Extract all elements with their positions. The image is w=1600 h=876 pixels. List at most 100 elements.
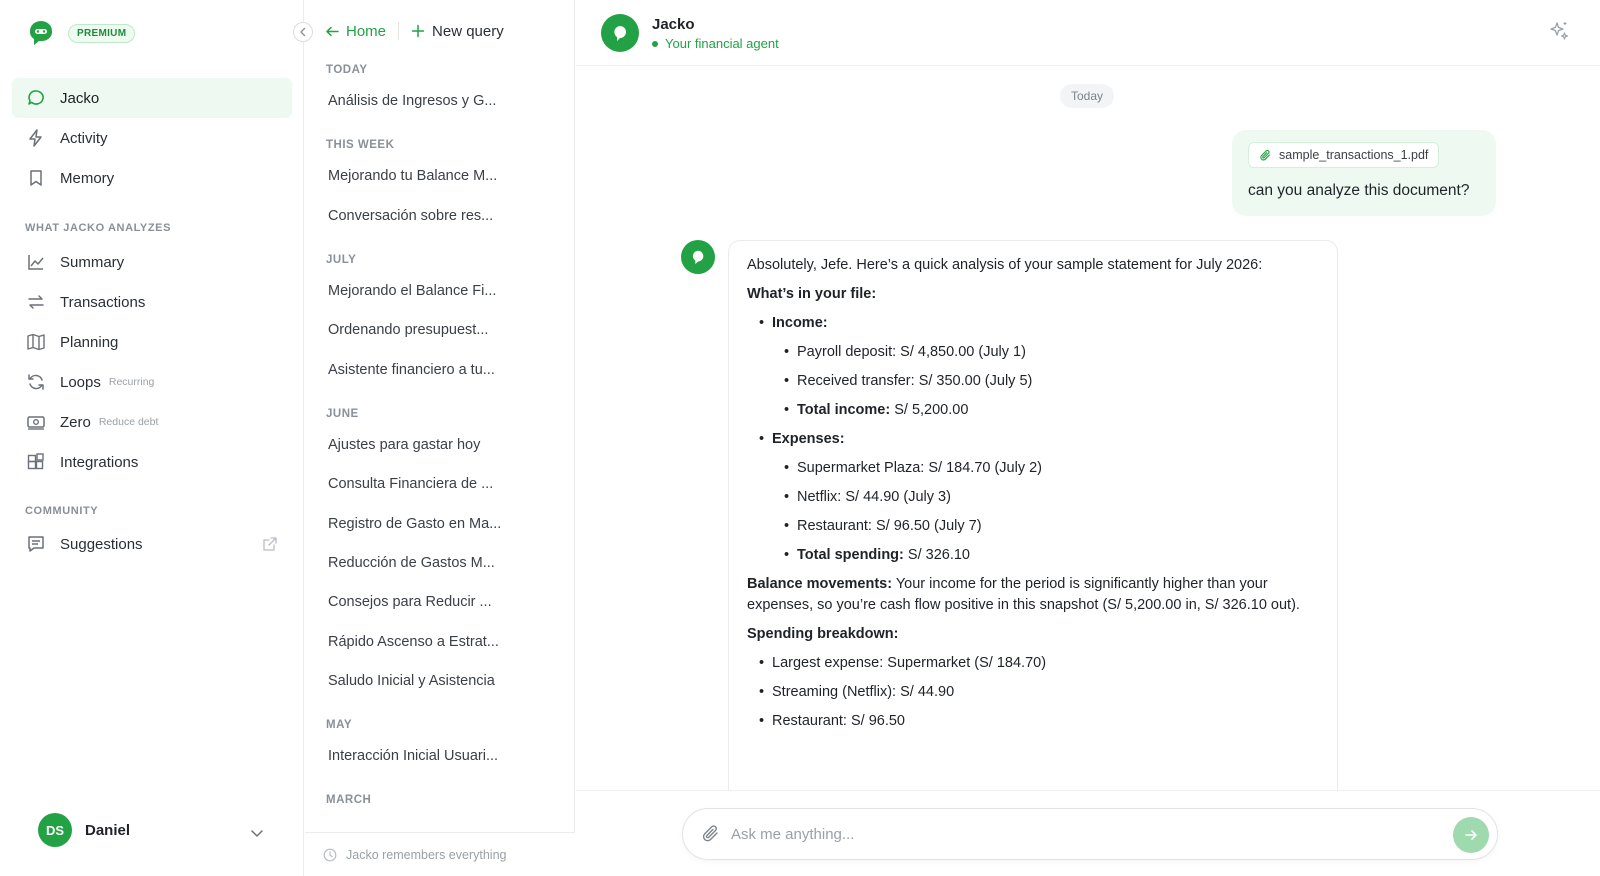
list-item: Payroll deposit: S/ 4,850.00 (July 1)	[772, 342, 1319, 363]
grid-plus-icon	[27, 453, 44, 470]
chevron-down-icon[interactable]	[250, 826, 264, 840]
user-message-text: can you analyze this document?	[1248, 182, 1470, 199]
reply-intro: Absolutely, Jefe. Here’s a quick analysi…	[747, 257, 1263, 273]
paperclip-icon[interactable]	[701, 824, 721, 844]
brand-row: PREMIUM	[26, 18, 136, 48]
nav-item-activity[interactable]: Activity	[12, 118, 292, 158]
external-link-icon[interactable]	[262, 536, 278, 552]
collapse-sidebar-button[interactable]	[293, 22, 313, 42]
bookmark-icon	[30, 170, 42, 186]
nav-item-integrations[interactable]: Integrations	[12, 442, 292, 482]
message-square-icon	[28, 536, 44, 552]
paperclip-icon	[1260, 149, 1271, 160]
nav-label: Jacko	[60, 89, 100, 107]
list-item: Restaurant: S/ 96.50	[747, 711, 1319, 732]
chat-bubble-icon	[614, 26, 626, 41]
history-item[interactable]: Asistente financiero a tu...	[328, 362, 528, 378]
total-income-value: S/ 5,200.00	[890, 402, 969, 419]
main-nav: Jacko Activity Memory	[12, 78, 292, 198]
history-group-label: JUNE	[326, 408, 359, 420]
chat-panel: Jacko Your financial agent Today sample_…	[576, 0, 1600, 876]
divider	[398, 22, 400, 40]
agent-status: Your financial agent	[652, 36, 779, 51]
history-item[interactable]: Reducción de Gastos M...	[328, 555, 528, 571]
nav-label: Zero	[60, 413, 91, 431]
nav-item-planning[interactable]: Planning	[12, 322, 292, 362]
user-message: sample_transactions_1.pdf can you analyz…	[1232, 130, 1496, 216]
new-query-label: New query	[432, 22, 504, 40]
list-item: Total income: S/ 5,200.00	[772, 400, 1319, 421]
new-query-button[interactable]: New query	[411, 23, 504, 40]
send-button[interactable]	[1453, 817, 1489, 853]
assistant-message: Absolutely, Jefe. Here’s a quick analysi…	[728, 240, 1338, 792]
nav-label: Activity	[60, 129, 108, 147]
balance-paragraph: Balance movements: Your income for the p…	[747, 574, 1319, 616]
list-item: Received transfer: S/ 350.00 (July 5)	[772, 371, 1319, 392]
nav-sublabel: Recurring	[108, 376, 155, 388]
expenses-label: Expenses:	[772, 431, 845, 448]
list-item: Streaming (Netflix): S/ 44.90	[747, 682, 1319, 703]
history-item[interactable]: Análisis de Ingresos y G...	[328, 93, 528, 109]
nav-label: Loops	[60, 373, 101, 391]
history-item[interactable]: Mejorando tu Balance M...	[328, 168, 528, 184]
income-label: Income:	[772, 315, 828, 332]
list-item: Total spending: S/ 326.10	[772, 545, 1319, 566]
income-list: Payroll deposit: S/ 4,850.00 (July 1) Re…	[772, 342, 1319, 421]
history-item[interactable]: Interacción Inicial Usuari...	[328, 748, 528, 764]
arrow-right-icon	[1465, 830, 1477, 840]
chat-bubble-icon	[692, 250, 704, 265]
history-group-label: MARCH	[326, 794, 372, 806]
history-toolbar: Home New query	[325, 22, 504, 40]
attachment-chip[interactable]: sample_transactions_1.pdf	[1248, 142, 1440, 168]
list-item: Largest expense: Supermarket (S/ 184.70)	[747, 653, 1319, 674]
line-chart-icon	[28, 255, 44, 270]
nav-item-suggestions[interactable]: Suggestions	[12, 524, 292, 564]
history-item[interactable]: Consulta Financiera de ...	[328, 476, 528, 492]
history-footer-text: Jacko remembers everything	[346, 847, 507, 862]
nav-item-transactions[interactable]: Transactions	[12, 282, 292, 322]
lightning-icon	[29, 129, 42, 147]
sidebar: PREMIUM Jacko Activity Memory WHAT JACKO…	[0, 0, 304, 876]
history-group-label: MAY	[326, 719, 352, 731]
avatar: DS	[38, 813, 72, 847]
history-group-label: TODAY	[326, 64, 368, 76]
history-item[interactable]: Consejos para Reducir ...	[328, 594, 528, 610]
nav-item-loops[interactable]: Loops Recurring	[12, 362, 292, 402]
user-menu[interactable]: DS Daniel	[38, 813, 130, 847]
agent-avatar	[601, 14, 639, 52]
agent-name: Jacko	[652, 16, 695, 33]
chevron-left-icon	[300, 27, 306, 37]
app-window: PREMIUM Jacko Activity Memory WHAT JACKO…	[0, 0, 1600, 876]
history-item[interactable]: Conversación sobre res...	[328, 208, 528, 224]
total-spending-label: Total spending:	[797, 547, 904, 564]
balance-label: Balance movements:	[747, 576, 893, 593]
history-item[interactable]: Ordenando presupuest...	[328, 322, 528, 338]
nav-label: Memory	[60, 169, 115, 187]
bot-avatar	[681, 240, 715, 274]
list-item: Netflix: S/ 44.90 (July 3)	[772, 487, 1319, 508]
composer	[682, 808, 1498, 860]
history-item[interactable]: Mejorando el Balance Fi...	[328, 283, 528, 299]
nav-item-jacko[interactable]: Jacko	[12, 78, 292, 118]
nav-item-zero[interactable]: Zero Reduce debt	[12, 402, 292, 442]
banknote-icon	[27, 416, 45, 430]
history-panel: Home New query TODAY Análisis de Ingreso…	[305, 0, 575, 876]
history-item[interactable]: Ajustes para gastar hoy	[328, 437, 528, 453]
chat-bubble-icon	[28, 90, 44, 105]
history-item[interactable]: Registro de Gasto en Ma...	[328, 516, 528, 532]
logo-icon[interactable]	[26, 18, 56, 48]
nav-item-memory[interactable]: Memory	[12, 158, 292, 198]
list-item: Expenses: Supermarket Plaza: S/ 184.70 (…	[747, 429, 1319, 566]
chat-header: Jacko Your financial agent	[576, 0, 1600, 66]
ask-input[interactable]	[731, 825, 1431, 843]
sparkle-icon[interactable]	[1548, 20, 1570, 42]
breakdown-heading: Spending breakdown:	[747, 626, 899, 643]
nav-label: Integrations	[60, 453, 139, 471]
history-item[interactable]: Rápido Ascenso a Estrat...	[328, 634, 528, 650]
home-link[interactable]: Home	[325, 23, 386, 40]
arrow-left-icon	[326, 26, 339, 36]
nav-item-summary[interactable]: Summary	[12, 242, 292, 282]
list-item: Restaurant: S/ 96.50 (July 7)	[772, 516, 1319, 537]
history-item[interactable]: Saludo Inicial y Asistencia	[328, 673, 528, 689]
nav-label: Planning	[60, 333, 119, 351]
